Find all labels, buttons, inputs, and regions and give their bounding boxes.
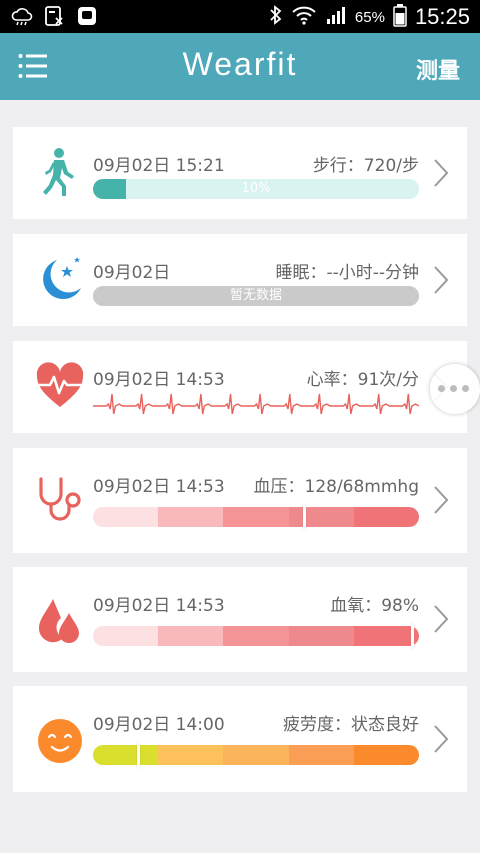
smiley-face-icon — [38, 719, 82, 763]
steps-card[interactable]: 09月02日 15:21 步行：720/步 10% — [13, 127, 467, 219]
blood-oxygen-card[interactable]: 09月02日 14:53 血氧：98% — [13, 567, 467, 672]
battery-icon — [393, 3, 407, 31]
fatigue-level-marker — [137, 742, 141, 768]
spo2-level-marker — [410, 623, 414, 649]
moon-stars-icon — [43, 257, 81, 300]
chevron-right-icon — [434, 725, 449, 753]
bp-date: 09月02日 14:53 — [93, 477, 225, 497]
sleep-no-data-label: 暂无数据 — [229, 288, 282, 303]
more-dot-icon — [438, 385, 445, 392]
chevron-right-icon — [434, 605, 449, 633]
sleep-card[interactable]: 09月02日 睡眠：--小时--分钟 暂无数据 — [13, 234, 467, 326]
chevron-right-icon — [434, 486, 449, 514]
heart-date: 09月02日 14:53 — [93, 370, 225, 390]
battery-percent: 65% — [354, 8, 385, 26]
notification-app-icon — [76, 5, 98, 31]
chevron-right-icon — [434, 266, 449, 294]
heart-value: 心率：91次/分 — [306, 370, 419, 390]
measure-button[interactable]: 测量 — [416, 53, 460, 85]
more-dot-icon — [462, 385, 469, 392]
bp-level-marker — [303, 504, 307, 530]
more-dot-icon — [450, 385, 457, 392]
bp-segment — [158, 507, 224, 527]
spo2-segment — [223, 626, 289, 646]
steps-value: 步行：720/步 — [312, 156, 419, 176]
spo2-level-bar — [93, 623, 419, 649]
fatigue-level-bar — [93, 742, 419, 768]
heart-pulse-icon — [36, 362, 84, 407]
clock: 15:25 — [414, 4, 470, 29]
fatigue-segment — [223, 745, 289, 765]
fatigue-segment — [288, 745, 354, 765]
spo2-segment — [353, 626, 419, 646]
signal-icon — [325, 4, 347, 30]
status-bar: 65% 15:25 — [0, 0, 480, 33]
steps-progress-label: 10% — [241, 181, 271, 196]
bp-level-bar — [93, 504, 419, 530]
bp-segment — [93, 507, 159, 527]
steps-progress-bar: 10% — [93, 179, 419, 199]
spo2-value: 血氧：98% — [330, 596, 419, 616]
bp-segment — [223, 507, 289, 527]
fatigue-segment — [353, 745, 419, 765]
fatigue-date: 09月02日 14:00 — [93, 715, 225, 735]
sleep-date: 09月02日 — [93, 263, 171, 283]
fatigue-card[interactable]: 09月02日 14:00 疲劳度：状态良好 — [13, 686, 467, 792]
walking-person-icon — [43, 148, 74, 196]
spo2-segment — [288, 626, 354, 646]
app-title: Wearfit — [182, 46, 298, 82]
bp-segment — [353, 507, 419, 527]
steps-date: 09月02日 15:21 — [93, 156, 225, 176]
heart-rate-card[interactable]: 09月02日 14:53 心率：91次/分 — [13, 341, 467, 433]
floating-more-button[interactable] — [430, 364, 480, 414]
app-bar: Wearfit 测量 — [0, 33, 480, 100]
bluetooth-icon — [269, 4, 283, 30]
spo2-segment — [158, 626, 224, 646]
heart-ecg-line — [93, 393, 419, 415]
spo2-segment — [93, 626, 159, 646]
spo2-date: 09月02日 14:53 — [93, 596, 225, 616]
fatigue-segment — [158, 745, 224, 765]
wifi-icon — [291, 4, 317, 30]
stethoscope-icon — [39, 477, 81, 521]
cloud-icon — [10, 5, 34, 31]
blood-drops-icon — [38, 599, 79, 643]
sleep-value: 睡眠：--小时--分钟 — [275, 263, 419, 283]
fatigue-segment — [93, 745, 159, 765]
bp-value: 血压：128/68mmhg — [253, 477, 420, 497]
sleep-progress-bar: 暂无数据 — [93, 286, 419, 306]
bp-segment — [288, 507, 354, 527]
fatigue-value: 疲劳度：状态良好 — [283, 715, 419, 735]
blood-pressure-card[interactable]: 09月02日 14:53 血压：128/68mmhg — [13, 448, 467, 553]
chevron-right-icon — [434, 159, 449, 187]
sim-icon — [44, 5, 66, 31]
